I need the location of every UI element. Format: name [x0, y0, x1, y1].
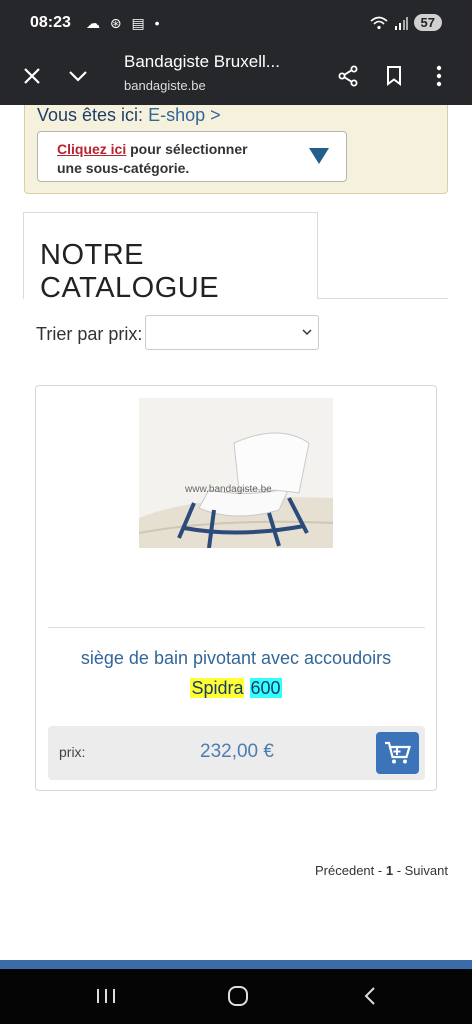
pagination-current: 1: [385, 863, 394, 878]
status-bar: 08:23 ☁ ⊛ ▤ • 57: [0, 0, 472, 48]
sort-label: Trier par prix:: [36, 324, 143, 344]
bookmark-icon: [387, 66, 401, 86]
system-navigation-bar: [0, 969, 472, 1024]
pagination-next[interactable]: - Suivant: [393, 863, 448, 878]
notification-icons: ☁ ⊛ ▤ •: [86, 15, 163, 31]
status-time: 08:23: [30, 14, 71, 31]
status-right: 57: [370, 14, 442, 31]
recent-apps-icon: [97, 989, 115, 1003]
wifi-icon: [370, 16, 388, 29]
recent-apps-button[interactable]: [86, 981, 126, 1011]
breadcrumb: Vous êtes ici: E-shop >: [37, 105, 221, 126]
image-watermark: www.bandagiste.be: [185, 484, 272, 495]
product-model: 600: [249, 678, 282, 698]
back-icon: [364, 987, 375, 1005]
sort-price-select[interactable]: [145, 315, 319, 350]
browser-toolbar: Bandagiste Bruxell... bandagiste.be: [0, 48, 472, 105]
breadcrumb-panel: Vous êtes ici: E-shop > Cliquez ici pour…: [24, 105, 448, 194]
more-vertical-icon: [436, 65, 442, 87]
product-name[interactable]: siège de bain pivotant avec accoudoirs: [81, 648, 391, 668]
page-title: Bandagiste Bruxell...: [124, 52, 280, 71]
subcategory-text: Cliquez ici pour sélectionner une sous-c…: [57, 140, 287, 178]
catalog-title: NOTRE CATALOGUE: [40, 239, 220, 304]
cart-icon: [384, 741, 411, 764]
page-url[interactable]: bandagiste.be: [124, 78, 206, 93]
catalog-tab: NOTRE CATALOGUE: [23, 212, 318, 304]
chevron-down-icon: [302, 329, 312, 336]
dropdown-triangle-icon[interactable]: [309, 148, 329, 164]
product-image[interactable]: www.bandagiste.be: [139, 398, 333, 562]
breadcrumb-prefix: Vous êtes ici:: [37, 105, 149, 125]
footer-strip: [0, 960, 472, 969]
home-icon: [228, 986, 248, 1006]
close-icon: [24, 68, 40, 84]
price-bar: prix: 232,00 €: [48, 726, 425, 780]
bookmark-button[interactable]: [376, 58, 412, 94]
product-title[interactable]: siège de bain pivotant avec accoudoirs S…: [36, 643, 436, 703]
breadcrumb-eshop-link[interactable]: E-shop >: [148, 105, 221, 125]
signal-icon: [394, 16, 408, 30]
card-separator: [48, 627, 425, 628]
tab-divider: [318, 298, 448, 299]
click-here-link[interactable]: Cliquez ici: [57, 141, 126, 157]
share-button[interactable]: [330, 58, 366, 94]
price-label: prix:: [59, 744, 86, 760]
back-button[interactable]: [350, 981, 390, 1011]
product-brand: Spidra: [190, 678, 245, 698]
home-button[interactable]: [218, 981, 258, 1011]
subcategory-selector[interactable]: Cliquez ici pour sélectionner une sous-c…: [37, 131, 347, 182]
more-options-button[interactable]: [421, 58, 457, 94]
bath-seat-image: [139, 398, 333, 562]
add-to-cart-button[interactable]: [376, 732, 419, 774]
price-value: 232,00 €: [200, 741, 274, 762]
subcategory-text-1: pour sélectionner: [126, 141, 248, 157]
pagination: Précedent - 1 - Suivant: [315, 863, 448, 878]
subcategory-text-2: une sous-catégorie.: [57, 160, 190, 176]
battery-indicator: 57: [413, 14, 442, 31]
pagination-previous[interactable]: Précedent -: [315, 863, 386, 878]
chevron-down-icon: [69, 71, 87, 82]
share-icon: [338, 65, 358, 87]
close-tab-button[interactable]: [14, 58, 50, 94]
product-card: www.bandagiste.be siège de bain pivotant…: [35, 385, 437, 791]
minimize-button[interactable]: [60, 58, 96, 94]
